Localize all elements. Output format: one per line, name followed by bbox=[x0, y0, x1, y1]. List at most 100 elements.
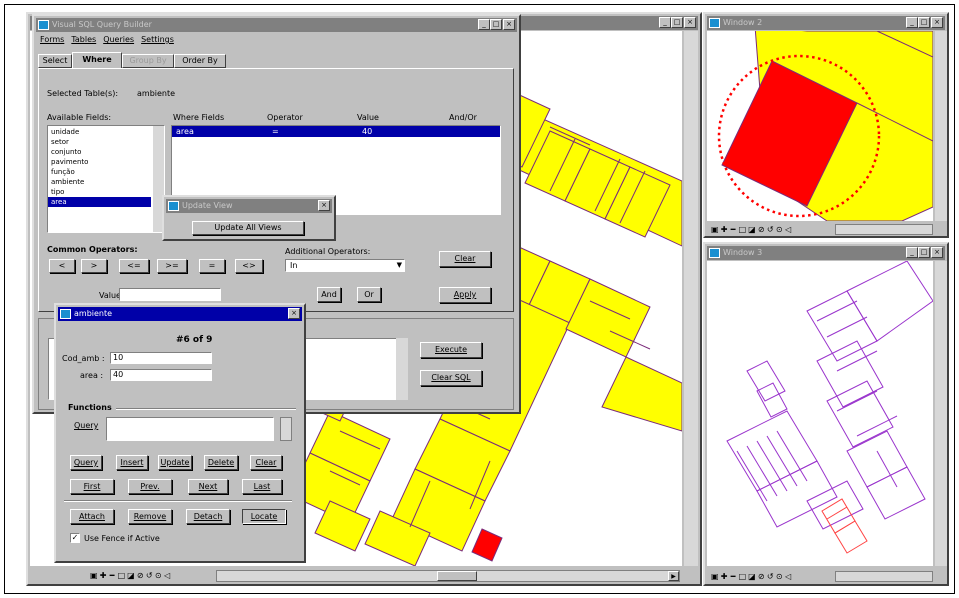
tab-where[interactable]: Where bbox=[72, 52, 122, 69]
fit-view-icon[interactable]: ▣ bbox=[711, 572, 719, 581]
minimize-icon[interactable]: _ bbox=[906, 17, 918, 28]
field-item[interactable]: conjunto bbox=[48, 147, 164, 157]
additional-operators-select[interactable]: In ▼ bbox=[285, 259, 405, 272]
query-scrollbar[interactable] bbox=[280, 417, 292, 441]
clear-sql-button[interactable]: Clear SQL bbox=[420, 370, 482, 386]
prev-button[interactable]: Prev. bbox=[128, 479, 172, 494]
update-all-views-button[interactable]: Update All Views bbox=[192, 221, 304, 235]
maximize-icon[interactable]: □ bbox=[918, 247, 930, 258]
update-icon[interactable]: ↺ bbox=[146, 571, 153, 580]
minimize-icon[interactable]: _ bbox=[478, 19, 490, 30]
maximize-icon[interactable]: □ bbox=[918, 17, 930, 28]
zoom-out-icon[interactable]: ━ bbox=[730, 572, 737, 581]
sql-scrollbar[interactable] bbox=[396, 338, 408, 400]
cod-amb-field[interactable]: 10 bbox=[110, 352, 212, 364]
field-item[interactable]: função bbox=[48, 167, 164, 177]
available-fields-list[interactable]: unidade setor conjunto pavimento função … bbox=[47, 125, 165, 233]
locate-button[interactable]: Locate bbox=[242, 509, 286, 524]
selected-room[interactable] bbox=[471, 528, 503, 562]
scroll-left-icon[interactable]: ◁ bbox=[164, 571, 171, 580]
pan-icon[interactable]: ✚ bbox=[100, 571, 107, 580]
and-button[interactable]: And bbox=[317, 287, 341, 302]
execute-button[interactable]: Execute bbox=[420, 342, 482, 358]
menu-tables[interactable]: Tables bbox=[71, 35, 96, 47]
field-item[interactable]: unidade bbox=[48, 127, 164, 137]
map-canvas-2[interactable] bbox=[707, 31, 933, 221]
area-field[interactable]: 40 bbox=[110, 369, 212, 381]
window-area-icon[interactable]: □ bbox=[739, 572, 747, 581]
next-button[interactable]: Next bbox=[188, 479, 228, 494]
menu-settings[interactable]: Settings bbox=[141, 35, 174, 47]
use-fence-checkbox[interactable]: ✓ bbox=[70, 533, 80, 543]
remove-button[interactable]: Remove bbox=[128, 509, 172, 524]
field-item-selected[interactable]: area bbox=[48, 197, 151, 207]
update-button[interactable]: Update bbox=[158, 455, 192, 470]
map-1-horizontal-scrollbar[interactable]: ▶ bbox=[216, 570, 680, 582]
insert-button[interactable]: Insert bbox=[116, 455, 148, 470]
close-icon[interactable]: × bbox=[931, 247, 943, 258]
minimize-icon[interactable]: _ bbox=[659, 17, 671, 28]
rotate-icon[interactable]: ⊘ bbox=[758, 572, 765, 581]
scroll-thumb[interactable] bbox=[437, 571, 477, 581]
view-icon[interactable]: ◪ bbox=[748, 572, 756, 581]
query-builder-titlebar[interactable]: Visual SQL Query Builder _ □ × bbox=[36, 18, 517, 32]
operator-less-button[interactable]: < bbox=[49, 259, 75, 273]
previous-icon[interactable]: ⊙ bbox=[155, 571, 162, 580]
clear-button[interactable]: Clear bbox=[439, 251, 491, 267]
first-button[interactable]: First bbox=[70, 479, 114, 494]
field-item[interactable]: setor bbox=[48, 137, 164, 147]
operator-not-equal-button[interactable]: <> bbox=[235, 259, 263, 273]
view-icon[interactable]: ◪ bbox=[748, 225, 756, 234]
tab-group-by[interactable]: Group By bbox=[122, 54, 174, 68]
operator-equal-button[interactable]: = bbox=[199, 259, 225, 273]
or-button[interactable]: Or bbox=[357, 287, 381, 302]
minimize-icon[interactable]: _ bbox=[906, 247, 918, 258]
menu-forms[interactable]: Forms bbox=[40, 35, 64, 47]
close-icon[interactable]: × bbox=[288, 308, 300, 319]
window-2-vertical-scrollbar[interactable] bbox=[935, 31, 947, 221]
window-3-horizontal-scrollbar[interactable] bbox=[835, 571, 933, 582]
field-item[interactable]: pavimento bbox=[48, 157, 164, 167]
update-view-titlebar[interactable]: Update View × bbox=[166, 199, 332, 213]
window-area-icon[interactable]: □ bbox=[118, 571, 126, 580]
window-area-icon[interactable]: □ bbox=[739, 225, 747, 234]
window-2-titlebar[interactable]: Window 2 _ □ × bbox=[707, 16, 945, 30]
window-3-titlebar[interactable]: Window 3 _ □ × bbox=[707, 246, 945, 260]
scroll-left-icon[interactable]: ◁ bbox=[785, 572, 792, 581]
query-button[interactable]: Query bbox=[70, 455, 102, 470]
window-3-vertical-scrollbar[interactable] bbox=[935, 261, 947, 566]
operator-greater-button[interactable]: > bbox=[81, 259, 107, 273]
clear-record-button[interactable]: Clear bbox=[250, 455, 282, 470]
delete-button[interactable]: Delete bbox=[204, 455, 238, 470]
ambiente-titlebar[interactable]: ambiente × bbox=[58, 307, 302, 321]
chevron-down-icon[interactable]: ▼ bbox=[397, 261, 402, 269]
close-icon[interactable]: × bbox=[931, 17, 943, 28]
operator-less-equal-button[interactable]: <= bbox=[119, 259, 149, 273]
rotate-icon[interactable]: ⊘ bbox=[758, 225, 765, 234]
zoom-out-icon[interactable]: ━ bbox=[730, 225, 737, 234]
query-text-box[interactable] bbox=[106, 417, 274, 441]
menu-queries[interactable]: Queries bbox=[103, 35, 134, 47]
field-item[interactable]: ambiente bbox=[48, 177, 164, 187]
previous-icon[interactable]: ⊙ bbox=[776, 572, 783, 581]
pan-icon[interactable]: ✚ bbox=[721, 225, 728, 234]
attach-button[interactable]: Attach bbox=[70, 509, 114, 524]
close-icon[interactable]: × bbox=[318, 200, 330, 211]
value-input[interactable] bbox=[119, 288, 221, 301]
fit-view-icon[interactable]: ▣ bbox=[711, 225, 719, 234]
maximize-icon[interactable]: □ bbox=[490, 19, 502, 30]
detach-button[interactable]: Detach bbox=[186, 509, 230, 524]
update-icon[interactable]: ↺ bbox=[767, 572, 774, 581]
close-icon[interactable]: × bbox=[503, 19, 515, 30]
zoom-out-icon[interactable]: ━ bbox=[109, 571, 116, 580]
operator-greater-equal-button[interactable]: >= bbox=[157, 259, 187, 273]
field-item[interactable]: tipo bbox=[48, 187, 164, 197]
scroll-right-button[interactable]: ▶ bbox=[668, 571, 679, 581]
rotate-icon[interactable]: ⊘ bbox=[137, 571, 144, 580]
fit-view-icon[interactable]: ▣ bbox=[90, 571, 98, 580]
last-button[interactable]: Last bbox=[242, 479, 282, 494]
previous-icon[interactable]: ⊙ bbox=[776, 225, 783, 234]
maximize-icon[interactable]: □ bbox=[671, 17, 683, 28]
where-row[interactable]: area = 40 bbox=[172, 126, 500, 137]
view-icon[interactable]: ◪ bbox=[127, 571, 135, 580]
